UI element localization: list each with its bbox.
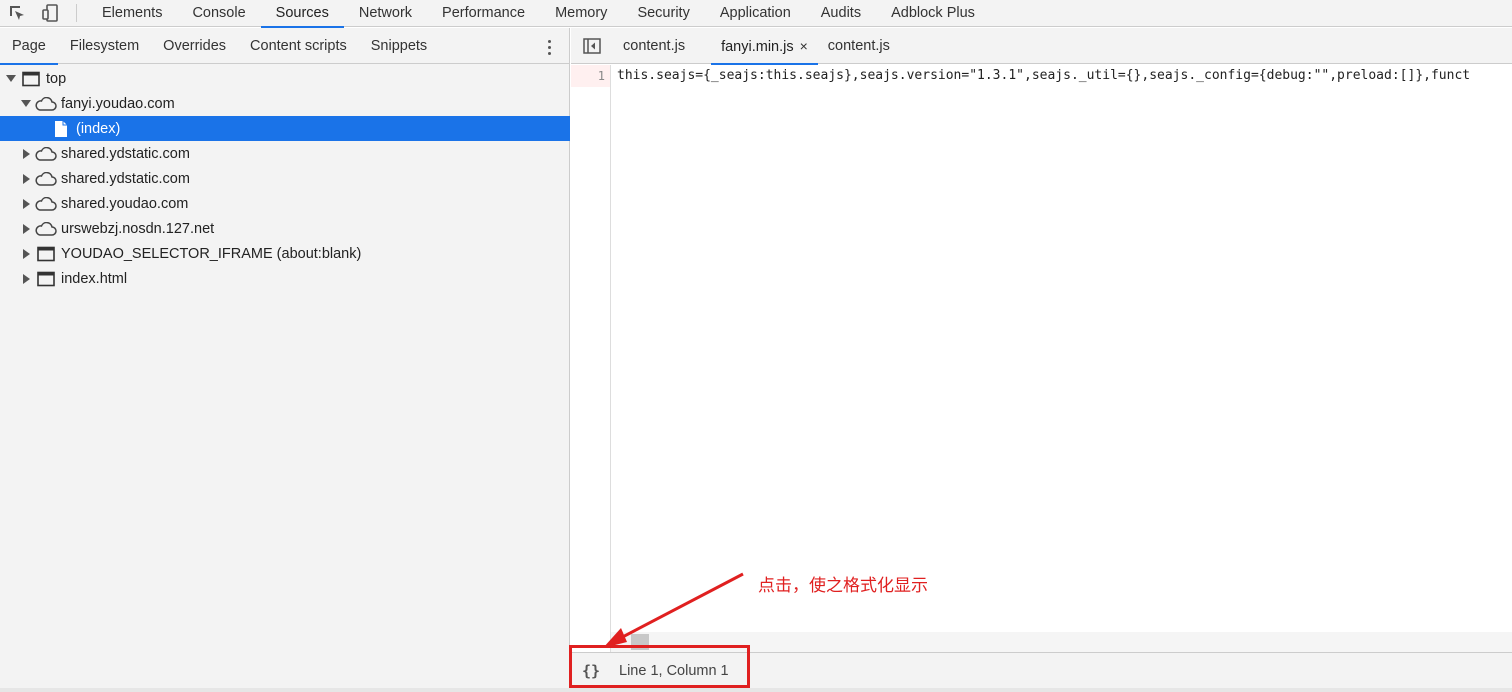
annotation-text: 点击，使之格式化显示 bbox=[758, 576, 928, 596]
more-options-icon[interactable] bbox=[541, 37, 557, 57]
source-editor: content.js fanyi.min.js × content.js 1 th… bbox=[571, 28, 1512, 652]
frame-icon bbox=[20, 70, 42, 88]
expand-arrow-icon[interactable] bbox=[5, 73, 17, 85]
navigator-tab-snippets[interactable]: Snippets bbox=[359, 28, 439, 64]
tree-item-label: top bbox=[46, 70, 67, 87]
code-line[interactable]: this.seajs={_seajs:this.seajs},seajs.ver… bbox=[611, 65, 1512, 87]
editor-tab-content-js[interactable]: content.js bbox=[613, 28, 695, 64]
expand-arrow-icon[interactable] bbox=[20, 248, 32, 260]
expand-arrow-icon[interactable] bbox=[20, 173, 32, 185]
tree-item-frame[interactable]: YOUDAO_SELECTOR_IFRAME (about:blank) bbox=[0, 241, 570, 266]
line-number: 1 bbox=[571, 65, 610, 87]
navigator-tab-content-scripts[interactable]: Content scripts bbox=[238, 28, 359, 64]
frame-icon bbox=[35, 245, 57, 263]
annotation-arrow-icon bbox=[603, 572, 744, 648]
inspect-element-icon[interactable] bbox=[0, 0, 34, 27]
navigator-tab-overrides[interactable]: Overrides bbox=[151, 28, 238, 64]
expand-arrow-icon[interactable] bbox=[20, 223, 32, 235]
tab-adblock-plus[interactable]: Adblock Plus bbox=[876, 0, 990, 27]
tab-audits[interactable]: Audits bbox=[806, 0, 876, 27]
tab-elements[interactable]: Elements bbox=[87, 0, 177, 27]
tree-item-label: urswebzj.nosdn.127.net bbox=[61, 220, 215, 237]
editor-tab-content-js-2[interactable]: content.js bbox=[818, 28, 900, 64]
cloud-icon bbox=[35, 95, 57, 113]
cloud-icon bbox=[35, 170, 57, 188]
tab-security[interactable]: Security bbox=[622, 0, 704, 27]
code-area[interactable]: 1 this.seajs={_seajs:this.seajs},seajs.v… bbox=[571, 65, 1512, 652]
tree-item-domain[interactable]: shared.ydstatic.com bbox=[0, 141, 570, 166]
tree-item-domain[interactable]: urswebzj.nosdn.127.net bbox=[0, 216, 570, 241]
tab-network[interactable]: Network bbox=[344, 0, 427, 27]
expand-arrow-icon[interactable] bbox=[20, 148, 32, 160]
navigator-tab-filesystem[interactable]: Filesystem bbox=[58, 28, 151, 64]
tab-memory[interactable]: Memory bbox=[540, 0, 622, 27]
cloud-icon bbox=[35, 195, 57, 213]
tree-item-label: shared.ydstatic.com bbox=[61, 170, 190, 187]
tab-performance[interactable]: Performance bbox=[427, 0, 540, 27]
tree-item-domain[interactable]: shared.ydstatic.com bbox=[0, 166, 570, 191]
tree-item-label: shared.ydstatic.com bbox=[61, 145, 190, 162]
expand-arrow-icon[interactable] bbox=[20, 98, 32, 110]
tree-item-label: shared.youdao.com bbox=[61, 195, 189, 212]
toolbar-divider bbox=[76, 4, 77, 22]
navigator-panel: Page Filesystem Overrides Content script… bbox=[0, 28, 570, 692]
cloud-icon bbox=[35, 220, 57, 238]
device-toolbar-icon[interactable] bbox=[34, 0, 68, 27]
editor-tabs: content.js fanyi.min.js × content.js bbox=[571, 28, 1512, 65]
tree-item-domain[interactable]: shared.youdao.com bbox=[0, 191, 570, 216]
tree-item-top[interactable]: top bbox=[0, 66, 570, 91]
cloud-icon bbox=[35, 145, 57, 163]
tab-application[interactable]: Application bbox=[705, 0, 806, 27]
line-gutter: 1 bbox=[571, 65, 611, 652]
navigator-tab-page[interactable]: Page bbox=[0, 28, 58, 65]
editor-tab-label: content.js bbox=[827, 37, 890, 54]
editor-tab-fanyi-min-js[interactable]: fanyi.min.js × bbox=[711, 28, 818, 65]
tree-item-label: YOUDAO_SELECTOR_IFRAME (about:blank) bbox=[61, 245, 362, 262]
expand-arrow-icon[interactable] bbox=[20, 273, 32, 285]
tree-item-frame[interactable]: index.html bbox=[0, 266, 570, 291]
file-tree: top fanyi.youdao.com (index) shared.ydst… bbox=[0, 66, 570, 291]
tree-item-domain[interactable]: fanyi.youdao.com bbox=[0, 91, 570, 116]
editor-tab-label: fanyi.min.js bbox=[721, 38, 794, 55]
editor-tab-label: content.js bbox=[623, 37, 686, 54]
tree-item-label: (index) bbox=[76, 120, 121, 137]
tree-item-file-selected[interactable]: (index) bbox=[0, 116, 570, 141]
frame-icon bbox=[35, 270, 57, 288]
tab-console[interactable]: Console bbox=[177, 0, 260, 27]
tree-item-label: fanyi.youdao.com bbox=[61, 95, 175, 112]
devtools-toolbar: Elements Console Sources Network Perform… bbox=[0, 0, 1512, 28]
tab-sources[interactable]: Sources bbox=[260, 0, 345, 28]
close-tab-icon[interactable]: × bbox=[800, 38, 808, 54]
file-icon bbox=[50, 120, 72, 138]
expand-arrow-icon[interactable] bbox=[20, 198, 32, 210]
bottom-strip bbox=[0, 688, 1512, 692]
tree-item-label: index.html bbox=[61, 270, 128, 287]
navigator-tabs: Page Filesystem Overrides Content script… bbox=[0, 28, 569, 65]
toggle-navigator-icon[interactable] bbox=[571, 28, 613, 64]
